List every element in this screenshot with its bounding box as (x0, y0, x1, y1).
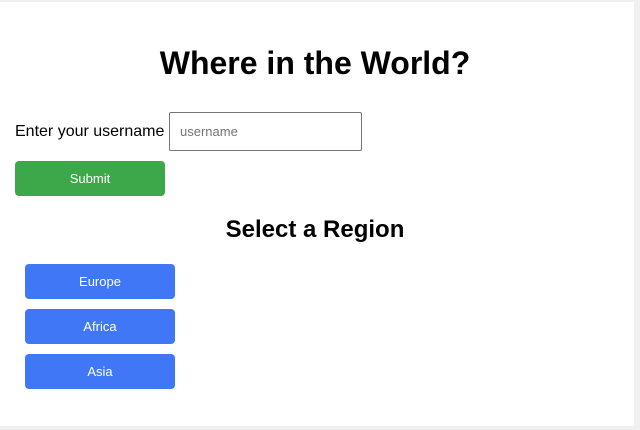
username-input[interactable] (169, 112, 362, 151)
submit-button[interactable]: Submit (15, 161, 165, 196)
region-heading: Select a Region (225, 216, 405, 243)
region-button-asia[interactable]: Asia (25, 354, 175, 389)
page: Where in the World? Enter your username … (0, 2, 634, 426)
page-title: Where in the World? (159, 45, 471, 81)
region-button-africa[interactable]: Africa (25, 309, 175, 344)
username-label: Enter your username (15, 123, 165, 140)
region-button-europe[interactable]: Europe (25, 264, 175, 299)
